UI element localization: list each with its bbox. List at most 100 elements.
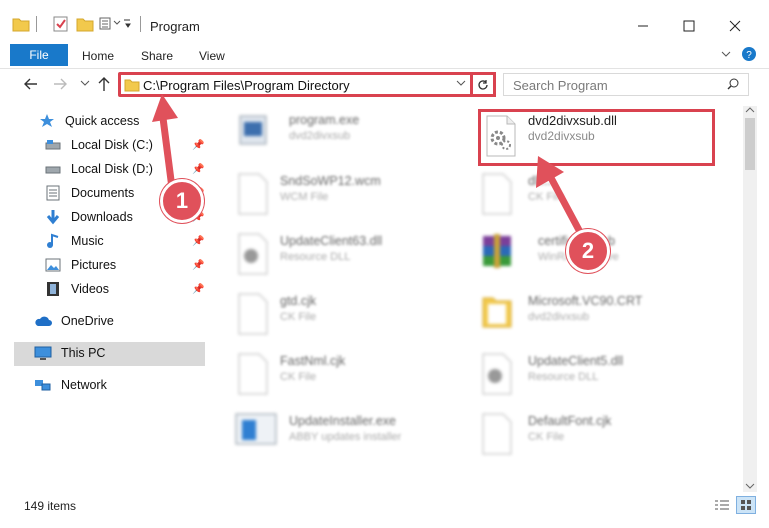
- file-type: CK File: [280, 311, 317, 323]
- divider: [36, 16, 37, 32]
- up-arrow-icon[interactable]: [97, 76, 111, 92]
- installer-icon: [234, 412, 278, 454]
- scrollbar-thumb[interactable]: [745, 118, 755, 170]
- search-input[interactable]: Search Program: [513, 78, 608, 93]
- nav-item-videos[interactable]: Videos: [44, 278, 109, 300]
- nav-item-label: Network: [61, 378, 107, 392]
- file-item[interactable]: [236, 232, 270, 275]
- minimize-icon: [638, 25, 648, 27]
- file-item[interactable]: [480, 232, 514, 274]
- tab-file[interactable]: File: [10, 44, 68, 66]
- file-name: UpdateInstaller.exe: [289, 414, 397, 428]
- large-icons-view-icon[interactable]: [736, 496, 756, 514]
- tab-view[interactable]: View: [199, 49, 225, 63]
- file-name: FastNml.cjk: [280, 354, 346, 368]
- dll-gear-icon: [480, 352, 514, 395]
- svg-text:?: ?: [746, 50, 752, 61]
- pin-icon[interactable]: 📌: [192, 236, 204, 247]
- nav-item-downloads[interactable]: Downloads: [44, 206, 133, 228]
- nav-item-label: This PC: [61, 346, 106, 360]
- ribbon-bar: [0, 42, 769, 69]
- forward-arrow-icon[interactable]: [53, 77, 67, 91]
- documents-icon: [44, 185, 62, 201]
- close-button[interactable]: [712, 12, 758, 40]
- chevron-down-icon[interactable]: [720, 48, 732, 60]
- nav-item-local-disk-c[interactable]: Local Disk (C:): [44, 134, 153, 156]
- file-item[interactable]: [480, 172, 514, 215]
- file-name: dvd2divxsub.dll: [528, 113, 617, 128]
- nav-item-music[interactable]: Music: [44, 230, 104, 252]
- pin-icon[interactable]: 📌: [192, 284, 204, 295]
- blank-file-icon: [236, 292, 270, 335]
- file-item[interactable]: [236, 292, 270, 335]
- folder-icon: [480, 292, 514, 334]
- nav-item-quick-access[interactable]: Quick access: [38, 110, 139, 132]
- nav-item-label: Documents: [71, 186, 135, 200]
- drive-icon: [44, 137, 62, 153]
- pin-icon[interactable]: 📌: [192, 260, 204, 271]
- nav-item-local-disk-d[interactable]: Local Disk (D:): [44, 158, 153, 180]
- nav-item-this-pc[interactable]: This PC: [34, 342, 105, 364]
- scroll-down-icon[interactable]: [745, 482, 755, 490]
- scroll-up-icon[interactable]: [745, 106, 755, 114]
- nav-item-label: Quick access: [65, 114, 140, 128]
- refresh-button[interactable]: [470, 72, 496, 97]
- recent-locations-icon[interactable]: [80, 80, 90, 88]
- tab-home[interactable]: Home: [82, 49, 114, 63]
- nav-item-pictures[interactable]: Pictures: [44, 254, 116, 276]
- divider: [140, 16, 141, 32]
- nav-item-label: Downloads: [71, 210, 133, 224]
- status-item-count: 149 items: [24, 499, 77, 513]
- file-item[interactable]: [236, 352, 270, 395]
- back-arrow-icon[interactable]: [24, 77, 38, 91]
- tab-share[interactable]: Share: [141, 49, 173, 63]
- file-item-dvd2divxsub-dll[interactable]: [484, 114, 518, 158]
- details-view-icon[interactable]: [714, 498, 730, 512]
- nav-item-label: OneDrive: [61, 314, 114, 328]
- refresh-icon: [478, 79, 488, 90]
- file-type: ABBY updates installer: [289, 431, 402, 443]
- window-title: Program: [150, 19, 200, 34]
- file-name: UpdateClient63.dll: [280, 234, 383, 248]
- file-type: CK File: [528, 431, 565, 443]
- file-name: Microsoft.VC90.CRT: [528, 294, 643, 308]
- properties-icon[interactable]: [52, 15, 70, 33]
- file-name: UpdateClient5.dll: [528, 354, 624, 368]
- search-icon[interactable]: [727, 78, 739, 90]
- computer-icon: [34, 345, 52, 361]
- help-icon[interactable]: ?: [741, 46, 757, 62]
- minimize-button[interactable]: [620, 12, 666, 40]
- star-icon: [38, 113, 56, 129]
- file-item[interactable]: [480, 352, 514, 395]
- nav-item-label: Local Disk (D:): [71, 162, 153, 176]
- file-item[interactable]: [236, 172, 270, 215]
- cloud-icon: [34, 313, 52, 329]
- chevron-down-icon[interactable]: [456, 80, 466, 88]
- archive-icon: [480, 232, 514, 274]
- file-item[interactable]: [236, 112, 270, 154]
- file-type: dvd2divxsub: [528, 129, 595, 143]
- blank-file-icon: [236, 172, 270, 215]
- file-item[interactable]: [480, 412, 514, 455]
- nav-item-label: Videos: [71, 282, 109, 296]
- callout-badge-1: 1: [160, 179, 204, 223]
- network-icon: [34, 377, 52, 393]
- exe-icon: [236, 112, 270, 154]
- file-item[interactable]: [234, 412, 278, 454]
- pictures-icon: [44, 257, 62, 273]
- customize-qat-icon[interactable]: [98, 15, 132, 33]
- maximize-button[interactable]: [666, 12, 712, 40]
- blank-file-icon: [480, 172, 514, 215]
- file-type: dvd2divxsub: [289, 130, 351, 142]
- nav-item-documents[interactable]: Documents: [44, 182, 134, 204]
- file-type: WCM File: [280, 191, 329, 203]
- nav-item-onedrive[interactable]: OneDrive: [34, 310, 114, 332]
- file-item[interactable]: [480, 292, 514, 334]
- nav-item-network[interactable]: Network: [34, 374, 107, 396]
- nav-item-label: Music: [71, 234, 104, 248]
- nav-item-label: Local Disk (C:): [71, 138, 153, 152]
- file-name: DefaultFont.cjk: [528, 414, 612, 428]
- maximize-icon: [683, 20, 695, 32]
- file-type: dvd2divxsub: [528, 311, 590, 323]
- new-folder-icon[interactable]: [76, 16, 94, 32]
